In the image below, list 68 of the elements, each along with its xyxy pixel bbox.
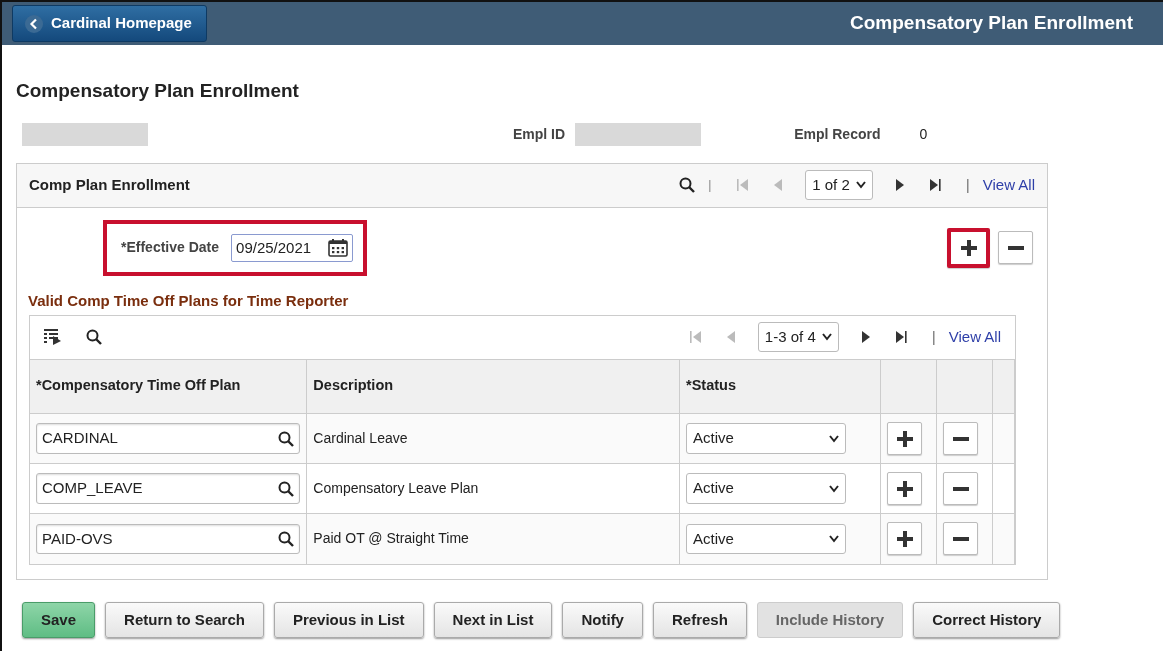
action-button[interactable]: Save [22, 601, 96, 638]
minus-icon [952, 536, 969, 541]
search-icon[interactable] [278, 430, 295, 447]
column-header: *Status [679, 359, 881, 414]
status-select[interactable]: Active [686, 423, 847, 454]
lookup-field[interactable]: CARDINAL [36, 423, 301, 454]
action-button[interactable]: Correct History [913, 601, 1061, 638]
chevron-down-icon [855, 181, 866, 189]
action-button[interactable]: Previous in List [273, 601, 424, 638]
section-title: Valid Comp Time Off Plans for Time Reporter [28, 291, 350, 311]
column-header: Description [306, 359, 680, 414]
field-value: 0 [919, 125, 928, 144]
add-row-button[interactable] [947, 227, 990, 268]
divider-icon [966, 178, 969, 193]
minus-icon [1007, 245, 1024, 250]
minus-icon [952, 486, 969, 491]
plus-icon [960, 239, 977, 256]
last-page-icon[interactable] [928, 178, 941, 192]
page-title: Compensatory Plan Enrollment [16, 79, 300, 103]
action-button[interactable]: Next in List [433, 601, 553, 638]
calendar-icon[interactable] [328, 238, 349, 257]
header-title: Compensatory Plan Enrollment [850, 11, 1133, 36]
view-all-link[interactable]: View All [982, 173, 1035, 197]
table-cell: Cardinal Leave [306, 413, 680, 464]
status-select[interactable]: Active [686, 473, 847, 504]
date-field[interactable]: 09/25/2021 [231, 233, 354, 262]
search-icon[interactable] [86, 329, 102, 345]
page-select[interactable]: 1-3 of 4 [757, 321, 839, 353]
action-button[interactable]: Notify [562, 601, 643, 638]
last-page-icon[interactable] [894, 330, 907, 344]
plus-icon [896, 480, 913, 497]
column-header: *Compensatory Time Off Plan [30, 359, 307, 414]
action-button[interactable]: Refresh [652, 601, 747, 638]
add-row-button[interactable] [887, 422, 922, 455]
view-all-link[interactable]: View All [948, 325, 1001, 349]
chevron-down-icon [821, 333, 832, 341]
next-page-icon[interactable] [860, 330, 871, 344]
grid-view-icon[interactable] [44, 329, 62, 345]
chevron-left-icon [25, 14, 43, 33]
panel-title: Comp Plan Enrollment [29, 174, 190, 195]
delete-row-button[interactable] [998, 231, 1033, 265]
add-row-button[interactable] [887, 472, 922, 505]
add-row-button[interactable] [887, 522, 922, 556]
divider-icon [932, 330, 935, 345]
table-cell: Paid OT @ Straight Time [306, 513, 680, 564]
delete-row-button[interactable] [943, 522, 978, 556]
page-select[interactable]: 1 of 2 [805, 169, 873, 201]
plus-icon [896, 430, 913, 447]
plus-icon [896, 530, 913, 547]
delete-row-button[interactable] [943, 422, 978, 455]
divider-icon [709, 179, 712, 192]
minus-icon [952, 436, 969, 441]
chevron-down-icon [829, 484, 840, 493]
field-label: *Effective Date [121, 238, 220, 258]
next-page-icon[interactable] [894, 178, 905, 192]
search-icon[interactable] [278, 530, 295, 547]
chevron-down-icon [829, 534, 840, 543]
status-select[interactable]: Active [686, 523, 847, 554]
search-icon[interactable] [679, 177, 696, 193]
back-button[interactable]: Cardinal Homepage [12, 5, 207, 42]
delete-row-button[interactable] [943, 472, 978, 505]
action-button[interactable]: Return to Search [105, 601, 264, 638]
field-label: Empl Record [794, 125, 881, 144]
chevron-down-icon [829, 434, 840, 443]
search-icon[interactable] [278, 480, 295, 497]
lookup-field[interactable]: PAID-OVS [36, 523, 301, 554]
field-label: Empl ID [513, 125, 566, 144]
lookup-field[interactable]: COMP_LEAVE [36, 473, 301, 504]
